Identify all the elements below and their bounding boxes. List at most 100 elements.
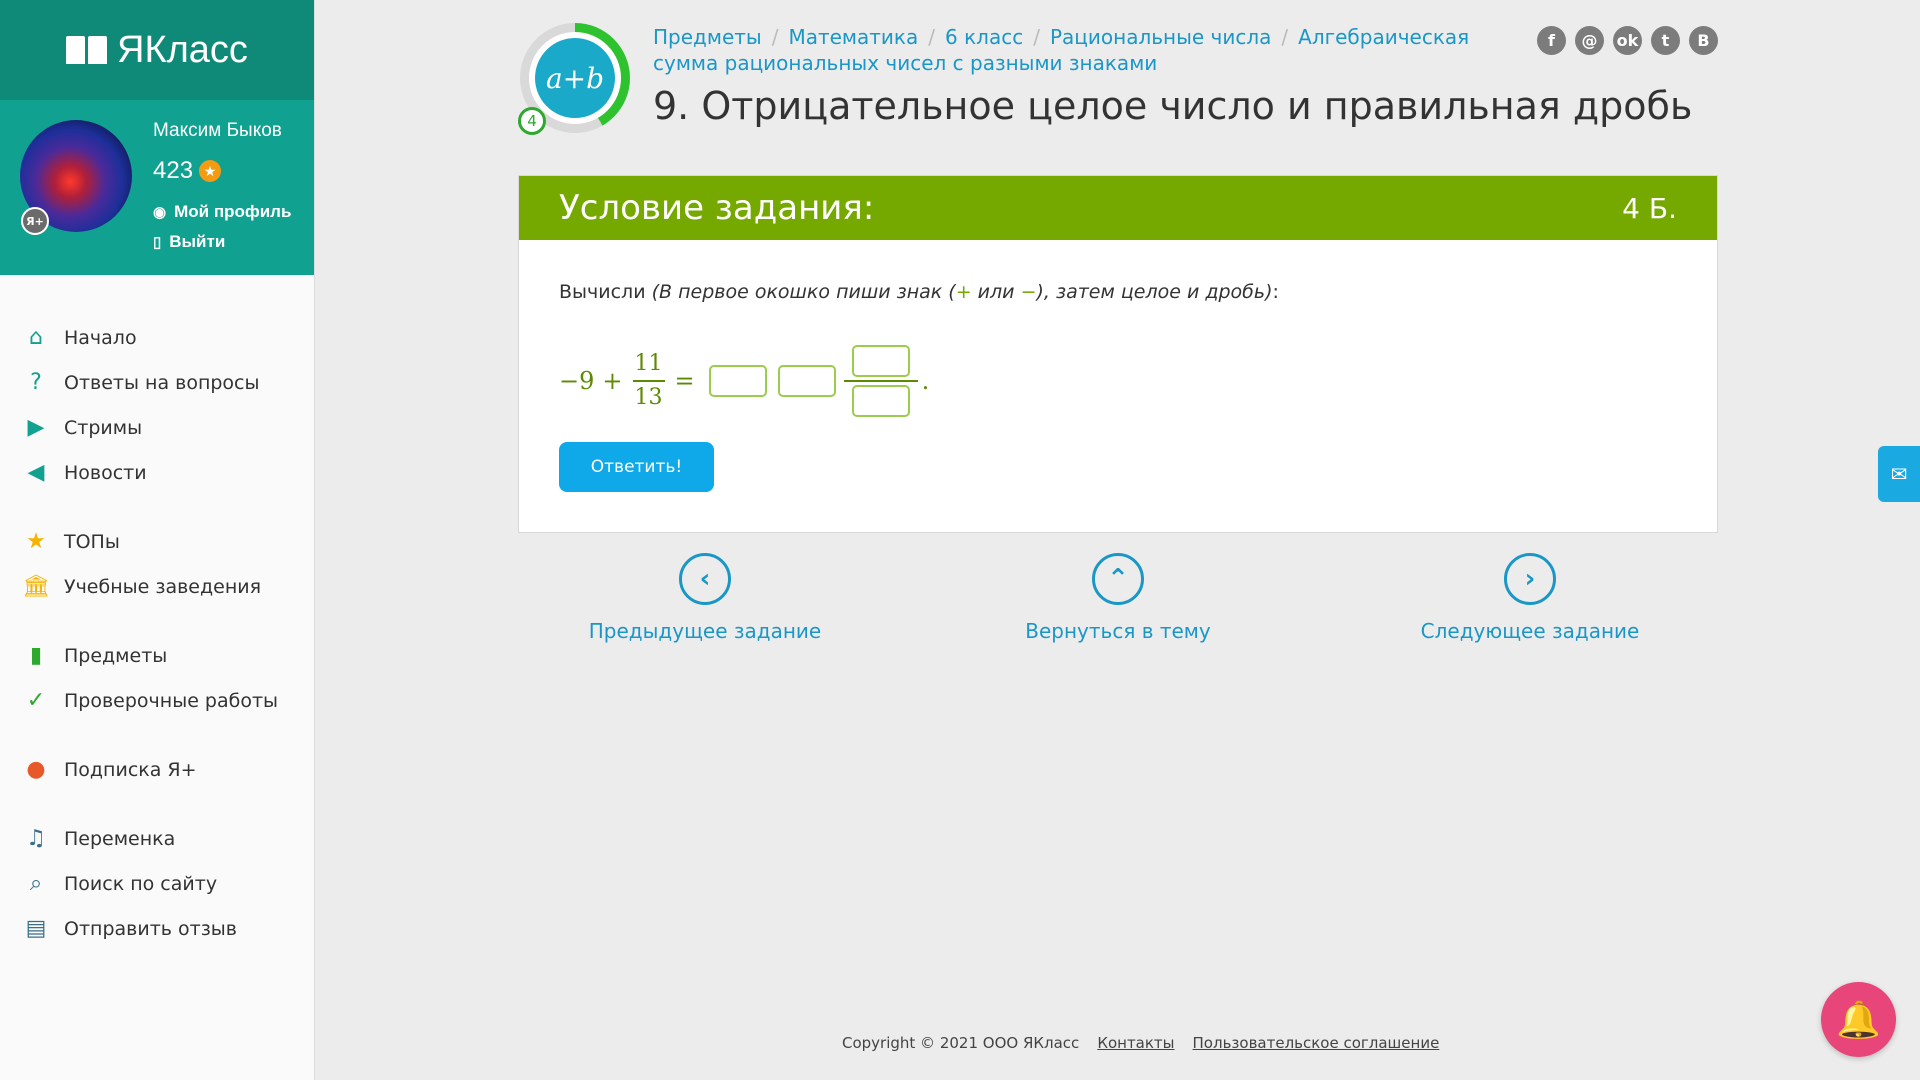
nav-item-search[interactable]: ⌕ Поиск по сайту [0,861,314,906]
logo[interactable]: ЯКласс [0,0,314,100]
user-points: 423 ★ [153,157,222,185]
nav-item-tops[interactable]: ★ ТОПы [0,519,314,564]
chevron-up-icon: ⌃ [1092,553,1144,605]
back-to-topic-label: Вернуться в тему [1025,619,1211,643]
logo-text: ЯКласс [117,28,248,71]
search-icon: ⌕ [29,871,43,896]
user-name[interactable]: Максим Быков [153,120,282,142]
chevron-right-icon: › [1504,553,1556,605]
nav-item-schools[interactable]: 🏛 Учебные заведения [0,564,314,609]
nav-label: Переменка [64,827,176,850]
subscription-icon: ● [26,757,46,782]
profile-panel: Максим Быков 423 ★ ◉ Мой профиль ▯ Выйти [0,100,314,275]
next-task-link[interactable]: › Следующее задание [1380,553,1680,643]
nav-item-home[interactable]: ⌂ Начало [0,315,314,360]
odnoklassniki-icon[interactable]: ok [1613,26,1642,55]
agreement-link[interactable]: Пользовательское соглашение [1193,1034,1440,1052]
page-title: 9. Отрицательное целое число и правильна… [653,84,1693,128]
task-points: 4 Б. [1622,191,1677,225]
topic-level-badge: 4 [518,107,546,135]
my-profile-label: Мой профиль [174,202,292,221]
back-to-topic-link[interactable]: ⌃ Вернуться в тему [968,553,1268,643]
answer-fraction [843,345,918,417]
denominator-input[interactable] [851,385,910,417]
my-profile-link[interactable]: ◉ Мой профиль [153,202,291,222]
star-icon: ★ [199,160,222,182]
sidebar-nav: ⌂ Начало ? Ответы на вопросы ▶ Стримы ◀ Ново… [0,315,314,951]
door-icon: ▯ [153,234,162,251]
building-icon: 🏛 [22,574,50,599]
nav-label: Учебные заведения [64,575,262,598]
equals-sign: = [674,367,695,395]
sidebar: ЯКласс Максим Быков 423 ★ ◉ Мой профиль … [0,0,315,1080]
social-links: f @ ok t В [1537,26,1718,55]
instruction-hint: (В первое окошко пиши знак (+ или −), за… [651,281,1273,303]
prev-task-label: Предыдущее задание [588,619,822,643]
logout-label: Выйти [169,232,226,251]
facebook-icon[interactable]: f [1537,26,1566,55]
numerator: 11 [634,351,663,376]
chevron-left-icon: ‹ [679,553,731,605]
task-header-title: Условие задания: [559,188,875,228]
nav-item-streams[interactable]: ▶ Стримы [0,405,314,450]
whole-input[interactable] [777,365,836,397]
nav-label: Подписка Я+ [64,758,197,781]
points-value: 423 [153,157,194,184]
breadcrumb-item[interactable]: Предметы [653,25,762,49]
nav-label: Ответы на вопросы [64,371,260,394]
task-instruction: Вычисли (В первое окошко пиши знак (+ ил… [559,281,1279,303]
nav-item-news[interactable]: ◀ Новости [0,450,314,495]
nav-item-break[interactable]: ♫ Переменка [0,816,314,861]
sign-input[interactable] [708,365,767,397]
logout-link[interactable]: ▯ Выйти [153,232,225,252]
nav-label: Начало [64,326,137,349]
feedback-icon: ▤ [25,916,47,941]
nav-item-answers[interactable]: ? Ответы на вопросы [0,360,314,405]
check-icon: ✓ [26,688,46,713]
nav-label: Стримы [64,416,143,439]
mail-icon[interactable]: @ [1575,26,1604,55]
contacts-link[interactable]: Контакты [1097,1034,1174,1052]
megaphone-icon: ◀ [27,460,45,485]
nav-label: Новости [64,461,147,484]
task-card: Условие задания: 4 Б. Вычисли (В первое … [518,175,1718,533]
task-header: Условие задания: 4 Б. [519,176,1717,240]
nav-label: Отправить отзыв [64,917,237,940]
breadcrumb-item[interactable]: Математика [788,25,918,49]
nav-label: Предметы [64,644,168,667]
twitter-icon[interactable]: t [1651,26,1680,55]
star-icon: ★ [26,529,46,554]
bell-icon: ♫ [26,826,46,851]
numerator-input[interactable] [851,345,910,377]
submit-answer-button[interactable]: Ответить! [559,442,714,492]
period: . [921,367,930,395]
denominator: 13 [634,385,663,410]
prev-task-link[interactable]: ‹ Предыдущее задание [555,553,855,643]
whole-number: −9 [559,367,595,395]
book-logo-icon [66,36,108,64]
instruction-main: Вычисли [559,281,646,303]
home-icon: ⌂ [29,325,43,350]
math-expression: −9 + 11 13 = . [559,331,929,431]
nav-label: ТОПы [64,530,120,553]
subscription-badge-icon: Я+ [21,207,49,235]
nav-item-tests[interactable]: ✓ Проверочные работы [0,678,314,723]
breadcrumb: Предметы / Математика/6 класс / Рациональные… [653,25,1470,75]
copyright: Copyright © 2021 ООО ЯКласс [842,1034,1080,1052]
notification-bell-icon[interactable]: 🔔 [1821,982,1896,1057]
next-task-label: Следующее задание [1420,619,1640,643]
given-fraction: 11 13 [632,351,665,411]
topic-badge: a+b [535,38,615,118]
nav-label: Проверочные работы [64,689,279,712]
breadcrumb-item[interactable]: Рациональные числа [1050,25,1271,49]
footer: Copyright © 2021 ООО ЯКласс Контакты Пол… [842,1034,1439,1052]
feedback-mail-icon[interactable]: ✉ [1878,446,1920,502]
book-icon: ▮ [29,643,43,668]
nav-item-subscription[interactable]: ● Подписка Я+ [0,747,314,792]
vk-icon[interactable]: В [1689,26,1718,55]
nav-item-feedback[interactable]: ▤ Отправить отзыв [0,906,314,951]
breadcrumb-item[interactable]: 6 класс [945,25,1023,49]
play-icon: ▶ [27,415,45,440]
question-icon: ? [30,370,42,395]
nav-item-subjects[interactable]: ▮ Предметы [0,633,314,678]
